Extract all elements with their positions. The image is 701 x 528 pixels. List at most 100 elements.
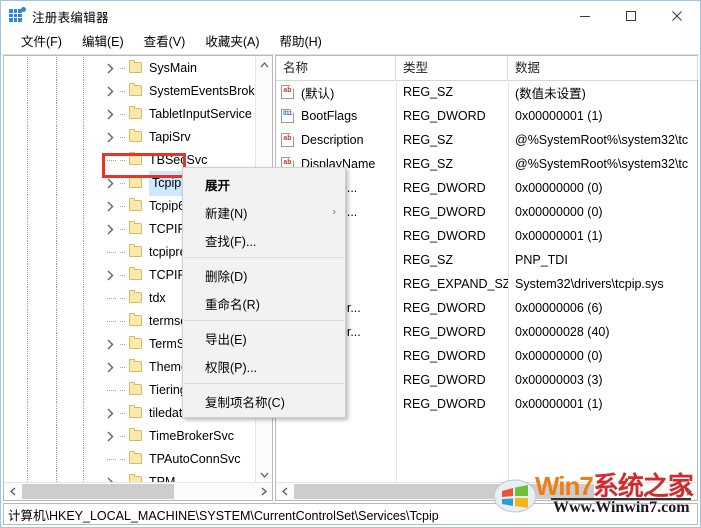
value-type: REG_SZ: [403, 253, 454, 267]
menu-file[interactable]: 文件(F): [11, 31, 72, 54]
submenu-chevron-icon: ›: [332, 206, 336, 218]
folder-icon: [128, 425, 144, 448]
tree-guides: [4, 126, 120, 149]
value-data: 0x00000028 (40): [515, 325, 610, 339]
menu-edit[interactable]: 编辑(E): [72, 31, 134, 54]
tree-horizontal-scrollbar[interactable]: [4, 482, 272, 500]
maximize-button[interactable]: [608, 1, 654, 31]
values-horizontal-scrollbar[interactable]: [276, 482, 697, 500]
tree-guides: [4, 356, 120, 379]
menu-view[interactable]: 查看(V): [134, 31, 196, 54]
value-row[interactable]: ab Description REG_SZ @%SystemRoot%\system3…: [276, 128, 697, 152]
tree-item-systemeventsbroke[interactable]: SystemEventsBroke: [4, 80, 256, 103]
value-data: @%SystemRoot%\system32\tc: [515, 157, 689, 171]
context-menu-item-label: 复制项名称(C): [205, 395, 285, 410]
values-scroll-right-icon[interactable]: [680, 483, 697, 500]
chevron-right-icon[interactable]: [104, 333, 120, 356]
scroll-left-icon[interactable]: [4, 483, 21, 500]
value-data: 0x00000000 (0): [515, 349, 603, 363]
tree-hscroll-thumb[interactable]: [22, 484, 174, 499]
chevron-right-icon[interactable]: [104, 195, 120, 218]
tree-item-tabletinputservice[interactable]: TabletInputService: [4, 103, 256, 126]
tree-connector: [120, 379, 128, 402]
context-menu-item-label: 导出(E): [205, 332, 247, 347]
tree-connector: [120, 80, 128, 103]
tree-item-timebrokersvc[interactable]: TimeBrokerSvc: [4, 425, 256, 448]
tree-item-label: TabletInputService: [149, 107, 252, 121]
values-hscroll-thumb[interactable]: [294, 484, 594, 499]
chevron-right-icon[interactable]: [104, 172, 120, 195]
value-row[interactable]: 011 BootFlags REG_DWORD 0x00000001 (1): [276, 104, 697, 128]
context-menu-item-label: 新建(N): [205, 206, 248, 221]
chevron-right-icon[interactable]: [104, 264, 120, 287]
scroll-right-icon[interactable]: [255, 483, 272, 500]
values-scroll-left-icon[interactable]: [276, 483, 293, 500]
value-data: 0x00000003 (3): [515, 373, 603, 387]
tree-connector: [120, 333, 128, 356]
tree-item-sysmain[interactable]: SysMain: [4, 57, 256, 80]
chevron-right-icon[interactable]: [104, 80, 120, 103]
registry-key-context-menu[interactable]: 展开新建(N) › 查找(F)... 删除(D) 重命名(R) 导出(E) 权限(P)...…: [182, 167, 346, 418]
tree-connector: [120, 172, 128, 195]
chevron-right-icon[interactable]: [104, 218, 120, 241]
context-menu-item-0[interactable]: 展开: [183, 170, 345, 198]
folder-icon: [128, 264, 144, 287]
tree-connector: [120, 241, 128, 264]
context-menu-item-label: 查找(F)...: [205, 234, 257, 249]
scroll-up-icon[interactable]: [256, 56, 272, 73]
chevron-right-icon[interactable]: [104, 356, 120, 379]
column-header-2[interactable]: 数据: [508, 56, 698, 80]
value-type: REG_SZ: [403, 133, 454, 147]
menu-help[interactable]: 帮助(H): [269, 31, 331, 54]
context-menu-item-6[interactable]: 权限(P)...: [183, 352, 345, 380]
value-name-cell: ab Description: [276, 133, 396, 147]
tree-item-label: TimeBrokerSvc: [149, 429, 234, 443]
context-menu-item-label: 重命名(R): [205, 297, 260, 312]
tree-connector: [120, 126, 128, 149]
folder-icon: [128, 172, 144, 195]
context-menu-item-label: 权限(P)...: [205, 360, 258, 375]
value-type: REG_DWORD: [403, 373, 486, 387]
chevron-right-icon[interactable]: [104, 103, 120, 126]
tree-guides: [4, 425, 120, 448]
context-menu-item-5[interactable]: 导出(E): [183, 324, 345, 352]
folder-icon: [128, 57, 144, 80]
tree-connector: [120, 195, 128, 218]
value-row[interactable]: ab (默认) REG_SZ (数值未设置): [276, 80, 697, 104]
value-name: Description: [301, 133, 364, 147]
tree-item-label: TPAutoConnSvc: [149, 452, 241, 466]
context-menu-item-label: 展开: [205, 178, 231, 193]
tree-item-label: Tcpip6: [149, 199, 186, 213]
context-menu-item-3[interactable]: 删除(D): [183, 261, 345, 289]
tree-guides: [4, 379, 120, 402]
column-header-0[interactable]: 名称: [276, 56, 396, 80]
value-type: REG_DWORD: [403, 325, 486, 339]
scroll-down-icon[interactable]: [256, 466, 272, 483]
tree-item-tapisrv[interactable]: TapiSrv: [4, 126, 256, 149]
tree-item-tpautoconnsvc[interactable]: TPAutoConnSvc: [4, 448, 256, 471]
value-type: REG_EXPAND_SZ: [403, 277, 508, 291]
context-menu-item-2[interactable]: 查找(F)...: [183, 226, 345, 254]
folder-icon: [128, 448, 144, 471]
chevron-right-icon[interactable]: [104, 57, 120, 80]
main-content: SysMain SystemEventsBroke TabletInputServi…: [3, 55, 698, 501]
values-column-headers[interactable]: 名称 类型 数据: [276, 56, 698, 81]
menu-favorites[interactable]: 收藏夹(A): [195, 31, 269, 54]
chevron-right-icon[interactable]: [104, 425, 120, 448]
context-menu-item-label: 删除(D): [205, 269, 248, 284]
tree-guides: [4, 287, 120, 310]
value-name-cell: ab (默认): [276, 83, 396, 102]
registry-icon: [9, 7, 26, 24]
chevron-right-icon[interactable]: [104, 402, 120, 425]
close-button[interactable]: [654, 1, 700, 31]
minimize-button[interactable]: [562, 1, 608, 31]
tree-item-label: tdx: [149, 291, 166, 305]
column-header-1[interactable]: 类型: [396, 56, 508, 80]
context-menu-item-1[interactable]: 新建(N) ›: [183, 198, 345, 226]
value-type: REG_DWORD: [403, 109, 486, 123]
chevron-right-icon[interactable]: [104, 126, 120, 149]
context-menu-item-7[interactable]: 复制项名称(C): [183, 387, 345, 415]
context-menu-item-4[interactable]: 重命名(R): [183, 289, 345, 317]
folder-icon: [128, 149, 144, 172]
tree-guides: [4, 241, 120, 264]
